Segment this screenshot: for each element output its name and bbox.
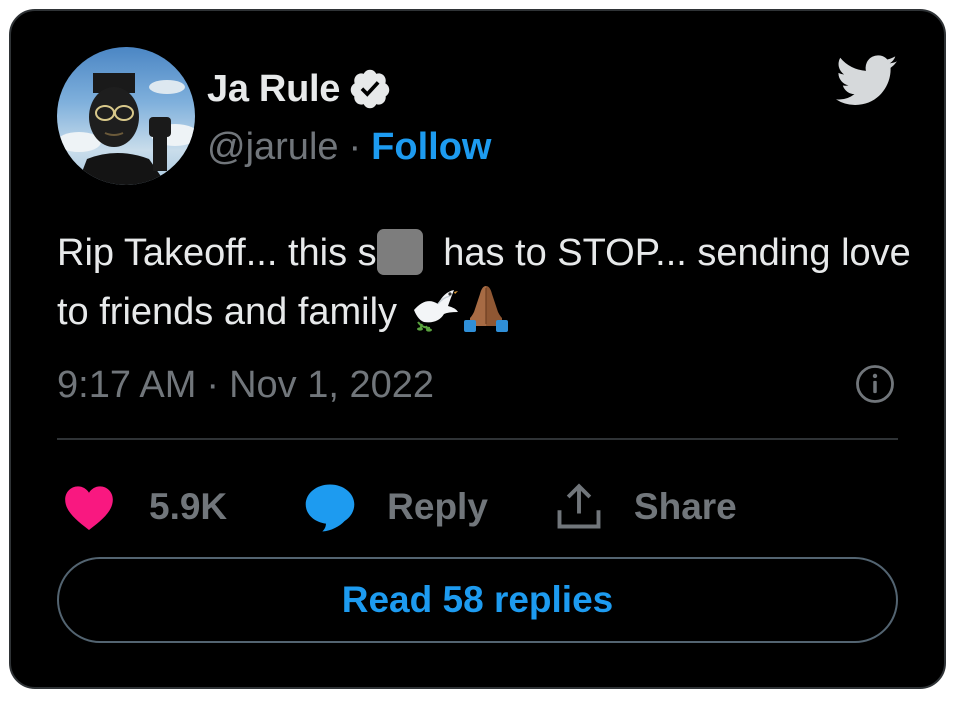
reply-bubble-icon — [303, 481, 357, 533]
tweet-date[interactable]: Nov 1, 2022 — [229, 364, 434, 407]
reply-button[interactable]: Reply — [303, 481, 488, 533]
divider — [57, 438, 898, 440]
verified-badge-icon — [348, 67, 392, 111]
tweet-text: Rip Takeoff... this s has to STOP... sen… — [57, 225, 917, 341]
like-count: 5.9K — [149, 486, 228, 527]
action-bar: 5.9K Reply Share — [63, 477, 737, 537]
handle-separator: · — [348, 125, 362, 168]
tweet-text-part1: Rip Takeoff... this s — [57, 232, 377, 274]
tweet-time[interactable]: 9:17 AM — [57, 364, 196, 407]
author-name[interactable]: Ja Rule — [207, 68, 340, 111]
share-button[interactable]: Share — [552, 481, 737, 533]
censor-box — [376, 229, 423, 275]
info-icon[interactable] — [854, 363, 896, 405]
heart-icon — [63, 483, 115, 531]
share-label: Share — [633, 486, 737, 527]
read-replies-button[interactable]: Read 58 replies — [57, 557, 898, 643]
author-handle[interactable]: @jarule — [207, 126, 339, 169]
date-separator: · — [206, 363, 220, 406]
like-button[interactable]: 5.9K — [63, 483, 227, 531]
dove-emoji-icon — [408, 282, 460, 332]
folded-hands-emoji-icon — [460, 282, 512, 332]
share-icon — [552, 481, 606, 533]
tweet-card: Ja Rule @jarule · Follow Rip Takeoff... … — [9, 9, 946, 689]
follow-link[interactable]: Follow — [371, 126, 491, 169]
reply-label: Reply — [387, 486, 488, 527]
tweet-timestamp[interactable]: 9:17 AM · Nov 1, 2022 — [57, 363, 434, 407]
twitter-bird-icon[interactable] — [836, 55, 898, 107]
avatar[interactable] — [57, 47, 195, 185]
